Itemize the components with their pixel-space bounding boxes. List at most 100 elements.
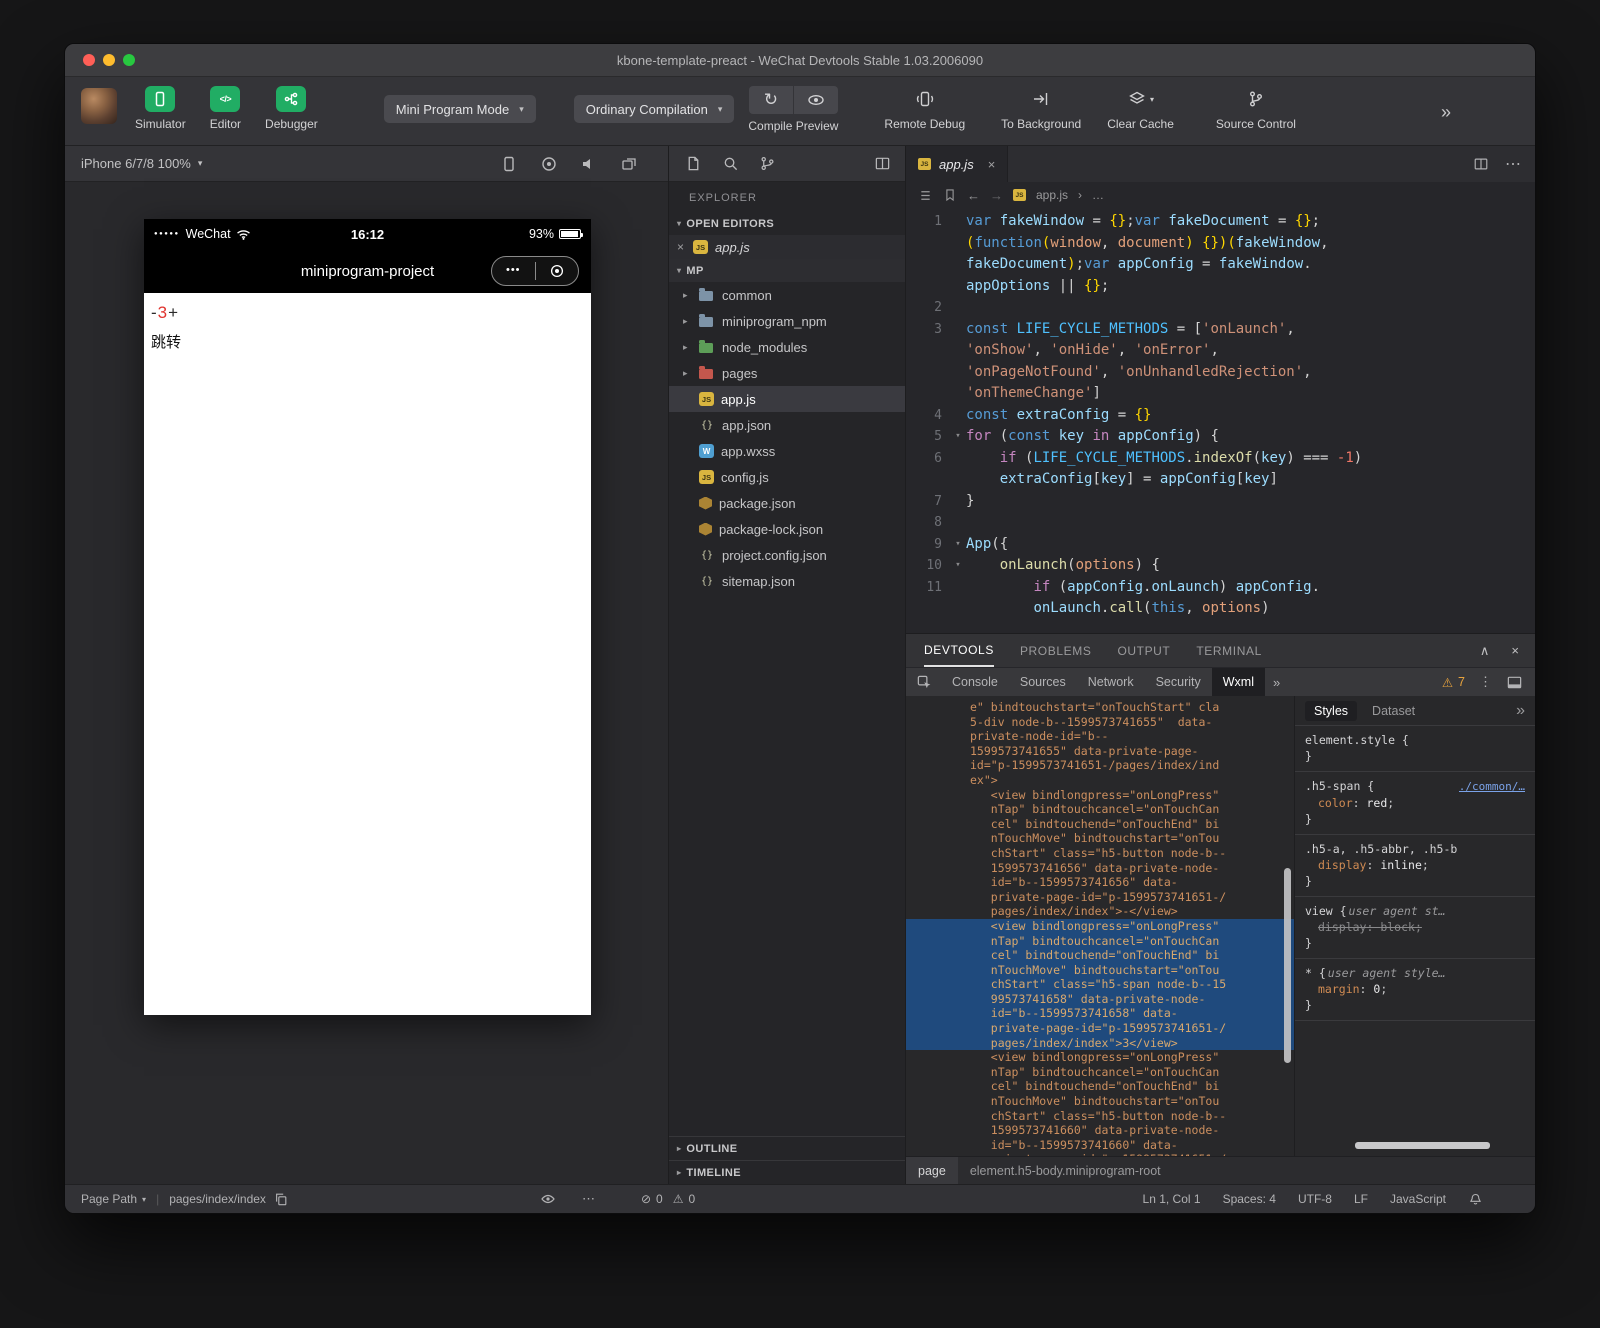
wxml-node-line[interactable]: id="b--1599573741656" data- [970, 875, 1294, 890]
close-window-button[interactable] [83, 54, 95, 66]
file-item-project.config.json[interactable]: {}project.config.json [669, 542, 905, 568]
code-line[interactable]: extraConfig[key] = appConfig[key] [906, 469, 1535, 491]
exit-miniprogram-button[interactable] [536, 264, 579, 278]
files-icon[interactable] [685, 155, 702, 172]
devtools-menu-icon[interactable]: ⋮ [1479, 674, 1492, 690]
editor-button[interactable]: </> Editor [210, 86, 241, 131]
jump-link[interactable]: 跳转 [151, 331, 584, 352]
code-line[interactable]: 'onThemeChange'] [906, 383, 1535, 405]
page-path-selector[interactable]: Page Path ▾ [81, 1192, 146, 1206]
search-icon[interactable] [722, 155, 739, 172]
code-line[interactable]: 4const extraConfig = {} [906, 405, 1535, 427]
tab-output[interactable]: OUTPUT [1117, 634, 1170, 667]
outline-section-header[interactable]: ▸ OUTLINE [669, 1136, 905, 1160]
code-line[interactable]: 1var fakeWindow = {};var fakeDocument = … [906, 211, 1535, 233]
file-item-app.wxss[interactable]: Wapp.wxss [669, 438, 905, 464]
code-line[interactable]: 3const LIFE_CYCLE_METHODS = ['onLaunch', [906, 319, 1535, 341]
project-root-header[interactable]: ▾ MP [669, 259, 905, 282]
code-area[interactable]: 1var fakeWindow = {};var fakeDocument = … [906, 208, 1535, 633]
device-selector[interactable]: iPhone 6/7/8 100% ▾ [81, 156, 202, 171]
wxml-node-line[interactable]: id="p-1599573741651-/pages/index/ind [970, 758, 1294, 773]
minimize-window-button[interactable] [103, 54, 115, 66]
file-item-app.js[interactable]: JSapp.js [669, 386, 905, 412]
code-line[interactable]: 'onShow', 'onHide', 'onError', [906, 340, 1535, 362]
close-icon[interactable]: × [677, 240, 693, 254]
clear-cache-button[interactable]: ▾ Clear Cache [1107, 86, 1174, 131]
wxml-node-line[interactable]: chStart" class="h5-button node-b-- [970, 1109, 1294, 1124]
close-icon[interactable]: × [988, 157, 996, 172]
styles-scrollbar[interactable] [1355, 1142, 1490, 1149]
plus-button[interactable]: + [168, 303, 178, 323]
record-icon[interactable] [540, 155, 558, 173]
file-item-sitemap.json[interactable]: {}sitemap.json [669, 568, 905, 594]
user-avatar[interactable] [81, 88, 117, 124]
tab-sources[interactable]: Sources [1009, 668, 1077, 696]
wxml-node-line[interactable]: private-page-id="p-1599573741651-/ [906, 1021, 1294, 1036]
compilation-dropdown[interactable]: Ordinary Compilation ▾ [574, 95, 735, 123]
style-source-link[interactable]: ./common/… [1459, 779, 1525, 795]
navigate-forward-icon[interactable]: → [990, 188, 1003, 203]
wxml-node-line[interactable]: id="b--1599573741660" data- [970, 1138, 1294, 1153]
wxml-node-line[interactable]: <view bindlongpress="onLongPress" [970, 788, 1294, 803]
code-line[interactable]: onLaunch.call(this, options) [906, 598, 1535, 620]
more-style-tabs-icon[interactable]: » [1516, 702, 1525, 720]
tab-devtools[interactable]: DEVTOOLS [924, 634, 994, 667]
indentation[interactable]: Spaces: 4 [1223, 1192, 1276, 1206]
close-panel-icon[interactable]: × [1511, 643, 1519, 658]
file-item-miniprogram_npm[interactable]: ▸miniprogram_npm [669, 308, 905, 334]
problems-summary[interactable]: ⊘0 ⚠0 [641, 1192, 695, 1206]
crumb-element[interactable]: element.h5-body.miniprogram-root [970, 1164, 1161, 1178]
wxml-node-line[interactable]: cel" bindtouchend="onTouchEnd" bi [970, 1079, 1294, 1094]
tab-security[interactable]: Security [1145, 668, 1212, 696]
bookmark-icon[interactable] [943, 188, 957, 202]
code-line[interactable]: 5▾for (const key in appConfig) { [906, 426, 1535, 448]
wxml-node-line[interactable]: ex"> [970, 773, 1294, 788]
split-editor-icon[interactable] [1473, 156, 1489, 172]
file-item-package-lock.json[interactable]: package-lock.json [669, 516, 905, 542]
code-line[interactable]: (function(window, document) {})(fakeWind… [906, 233, 1535, 255]
encoding[interactable]: UTF-8 [1298, 1192, 1332, 1206]
wxml-node-line[interactable]: 1599573741655" data-private-page- [970, 744, 1294, 759]
wxml-node-line[interactable]: nTap" bindtouchcancel="onTouchCan [970, 1065, 1294, 1080]
tab-styles[interactable]: Styles [1305, 701, 1357, 721]
cursor-position[interactable]: Ln 1, Col 1 [1143, 1192, 1201, 1206]
language-mode[interactable]: JavaScript [1390, 1192, 1446, 1206]
code-line[interactable]: appOptions || {}; [906, 276, 1535, 298]
code-line[interactable]: 11 if (appConfig.onLaunch) appConfig. [906, 577, 1535, 599]
wxml-node-line[interactable]: chStart" class="h5-span node-b--15 [906, 977, 1294, 992]
console-drawer-icon[interactable] [1506, 674, 1523, 691]
tab-problems[interactable]: PROBLEMS [1020, 634, 1092, 667]
to-background-button[interactable]: To Background [1001, 86, 1081, 131]
split-editor-icon[interactable] [874, 155, 891, 172]
notifications-bell-icon[interactable] [1468, 1192, 1483, 1207]
warning-badge[interactable]: ⚠ 7 [1442, 675, 1465, 690]
wxml-node-line[interactable]: nTouchMove" bindtouchstart="onTou [970, 1094, 1294, 1109]
wxml-node-line[interactable]: chStart" class="h5-button node-b-- [970, 846, 1294, 861]
breadcrumb-filename[interactable]: app.js [1036, 188, 1068, 202]
css-property[interactable]: margin: 0; [1305, 981, 1525, 997]
navigate-back-icon[interactable]: ← [967, 188, 980, 203]
sound-icon[interactable] [580, 155, 598, 173]
wxml-node-line[interactable]: pages/index/index">3</view> [906, 1036, 1294, 1051]
tab-app-js[interactable]: JS app.js × [906, 146, 1008, 182]
file-item-common[interactable]: ▸common [669, 282, 905, 308]
wxml-node-line[interactable]: nTap" bindtouchcancel="onTouchCan [970, 802, 1294, 817]
rotate-device-icon[interactable] [500, 155, 518, 173]
open-editors-header[interactable]: ▾ OPEN EDITORS [669, 212, 905, 235]
tab-terminal[interactable]: TERMINAL [1196, 634, 1261, 667]
wxml-node-line[interactable]: cel" bindtouchend="onTouchEnd" bi [906, 948, 1294, 963]
more-menu-button[interactable]: ••• [492, 264, 535, 276]
file-item-config.js[interactable]: JSconfig.js [669, 464, 905, 490]
wxml-node-line[interactable]: private-node-id="b-- [970, 729, 1294, 744]
wxml-node-line[interactable]: private-page-id="p-1599573741651-/ [970, 1152, 1294, 1156]
tab-network[interactable]: Network [1077, 668, 1145, 696]
wxml-node-line[interactable]: 5-div node-b--1599573741655" data- [970, 715, 1294, 730]
eye-icon[interactable] [540, 1191, 556, 1207]
git-branch-icon[interactable] [759, 155, 776, 172]
zoom-window-button[interactable] [123, 54, 135, 66]
preview-button[interactable] [794, 86, 838, 114]
elements-scrollbar[interactable] [1284, 868, 1291, 1063]
file-item-node_modules[interactable]: ▸node_modules [669, 334, 905, 360]
eol-type[interactable]: LF [1354, 1192, 1368, 1206]
file-item-package.json[interactable]: package.json [669, 490, 905, 516]
